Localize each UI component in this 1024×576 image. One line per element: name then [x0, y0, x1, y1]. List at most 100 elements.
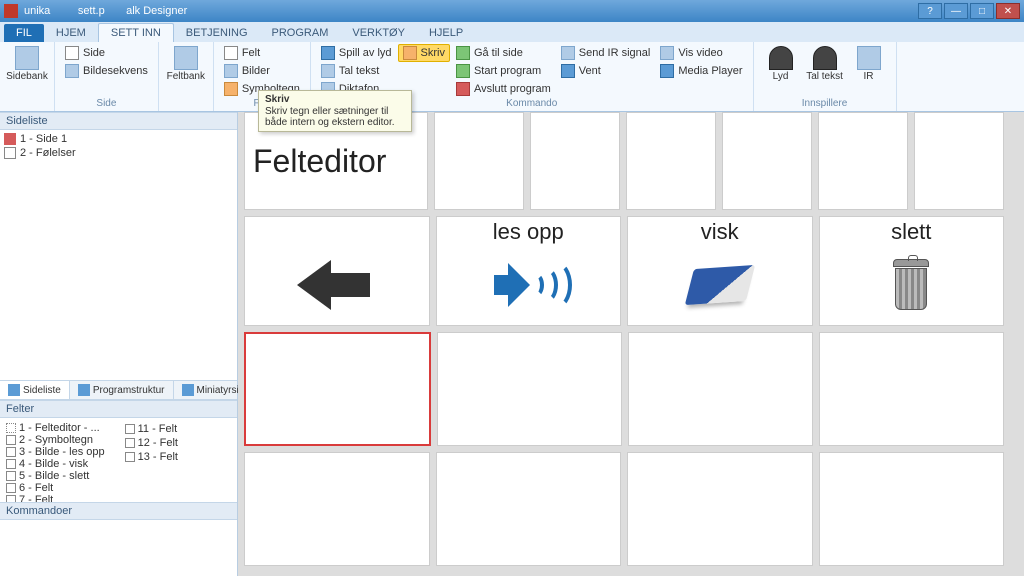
sideliste-body: 1 - Side 1 2 - Følelser [0, 130, 237, 380]
felter-item[interactable]: 7 - Felt [6, 494, 105, 502]
cell-empty[interactable] [628, 332, 813, 446]
felter-item[interactable]: 1 - Felteditor - ... [6, 422, 105, 434]
cell-empty[interactable] [626, 112, 716, 210]
tal-tekst-rec-label: Tal tekst [806, 71, 843, 82]
cell-empty[interactable] [437, 332, 622, 446]
tab-programstruktur[interactable]: Programstruktur [70, 381, 174, 399]
cell-empty[interactable] [627, 452, 813, 566]
felt-button[interactable]: Felt [220, 44, 304, 61]
tree-icon [78, 384, 90, 396]
sideliste-item[interactable]: 2 - Følelser [4, 146, 233, 160]
felter-label: 4 - Bilde - visk [19, 458, 88, 470]
felter-item[interactable]: 3 - Bilde - les opp [6, 446, 105, 458]
cell-empty[interactable] [819, 452, 1005, 566]
tab-betjening[interactable]: BETJENING [174, 24, 260, 42]
sideliste-item[interactable]: 1 - Side 1 [4, 132, 233, 146]
cell-empty[interactable] [436, 452, 622, 566]
felter-label: 7 - Felt [19, 494, 53, 502]
ga-til-side-button[interactable]: Gå til side [452, 44, 555, 61]
tal-tekst-button[interactable]: Tal tekst [317, 62, 396, 79]
cell-title-text: Felteditor [253, 143, 386, 180]
felter-item[interactable]: 5 - Bilde - slett [6, 470, 105, 482]
stop-icon [456, 82, 470, 96]
felter-label: 2 - Symboltegn [19, 434, 93, 446]
checkbox-icon [6, 483, 16, 493]
tab-fil[interactable]: FIL [4, 24, 44, 42]
cell-empty[interactable] [244, 452, 430, 566]
ir-rec-button[interactable]: IR [848, 44, 890, 97]
bildesekvens-button[interactable]: Bildesekvens [61, 62, 152, 79]
headset-icon [813, 46, 837, 70]
tab-settinn[interactable]: SETT INN [98, 23, 174, 42]
cell-empty[interactable] [914, 112, 1004, 210]
felter-label: 6 - Felt [19, 482, 53, 494]
tab-hjem[interactable]: HJEM [44, 24, 98, 42]
felter-item[interactable]: 11 - Felt [125, 422, 178, 436]
list-icon [8, 384, 20, 396]
spill-av-lyd-button[interactable]: Spill av lyd [317, 44, 396, 61]
ir-rec-icon [857, 46, 881, 70]
vis-video-button[interactable]: Vis video [656, 44, 746, 61]
cell-empty[interactable] [530, 112, 620, 210]
felter-item[interactable]: 12 - Felt [125, 436, 178, 450]
media-player-button[interactable]: Media Player [656, 62, 746, 79]
checkbox-icon [125, 452, 135, 462]
sequence-icon [65, 64, 79, 78]
felter-item[interactable]: 2 - Symboltegn [6, 434, 105, 446]
trash-icon [891, 259, 931, 311]
help-button[interactable]: ? [918, 3, 942, 19]
skriv-button[interactable]: Skriv [398, 44, 450, 62]
feltbank-label: Feltbank [167, 71, 205, 82]
maximize-button[interactable]: □ [970, 3, 994, 19]
cell-visk[interactable]: visk [627, 216, 813, 326]
tab-program[interactable]: PROGRAM [260, 24, 341, 42]
bilder-button[interactable]: Bilder [220, 62, 304, 79]
tooltip-body: Skriv tegn eller sætninger til både inte… [265, 106, 405, 128]
cell-empty[interactable] [434, 112, 524, 210]
close-button[interactable]: ✕ [996, 3, 1020, 19]
felter-item[interactable]: 6 - Felt [6, 482, 105, 494]
felter-item[interactable]: 4 - Bilde - visk [6, 458, 105, 470]
side-button[interactable]: Side [61, 44, 152, 61]
avslutt-program-button[interactable]: Avslutt program [452, 80, 555, 97]
lyd-button[interactable]: Lyd [760, 44, 802, 97]
checkbox-icon [6, 459, 16, 469]
page-icon [4, 133, 16, 145]
ir-rec-label: IR [864, 71, 874, 82]
cell-empty[interactable] [819, 332, 1004, 446]
left-panel: Sideliste 1 - Side 1 2 - Følelser Sideli… [0, 112, 238, 576]
felter-label: 12 - Felt [138, 437, 178, 449]
minimize-button[interactable]: — [944, 3, 968, 19]
feltbank-button[interactable]: Feltbank [165, 44, 207, 97]
tab-verktoy[interactable]: VERKTØY [340, 24, 417, 42]
cell-les-opp[interactable]: les opp [436, 216, 622, 326]
tab-sideliste[interactable]: Sideliste [0, 381, 70, 399]
cell-back[interactable] [244, 216, 430, 326]
ir-icon [561, 46, 575, 60]
felter-label: 1 - Felteditor - ... [19, 422, 100, 434]
sidebank-label: Sidebank [6, 71, 48, 82]
side-group-label: Side [61, 97, 152, 111]
cell-caption: visk [701, 219, 739, 245]
goto-icon [456, 46, 470, 60]
cell-empty[interactable] [818, 112, 908, 210]
checkbox-icon [6, 471, 16, 481]
tab-hjelp[interactable]: HJELP [417, 24, 475, 42]
canvas-area: Felteditor les opp [238, 112, 1024, 576]
felter-body: 1 - Felteditor - ...2 - Symboltegn3 - Bi… [0, 418, 237, 502]
cell-empty[interactable] [722, 112, 812, 210]
feltbank-icon [174, 46, 198, 70]
start-program-button[interactable]: Start program [452, 62, 555, 79]
felter-item[interactable]: 13 - Felt [125, 450, 178, 464]
tal-tekst-rec-button[interactable]: Tal tekst [804, 44, 846, 97]
sideliste-header: Sideliste [0, 112, 237, 130]
checkbox-icon [6, 447, 16, 457]
sidebank-button[interactable]: Sidebank [6, 44, 48, 97]
cell-selected[interactable] [244, 332, 431, 446]
skriv-tooltip: Skriv Skriv tegn eller sætninger til båd… [258, 90, 412, 132]
thumb-icon [182, 384, 194, 396]
cell-slett[interactable]: slett [819, 216, 1005, 326]
send-ir-button[interactable]: Send IR signal [557, 44, 655, 61]
vent-button[interactable]: Vent [557, 62, 655, 79]
lyd-label: Lyd [773, 71, 789, 82]
